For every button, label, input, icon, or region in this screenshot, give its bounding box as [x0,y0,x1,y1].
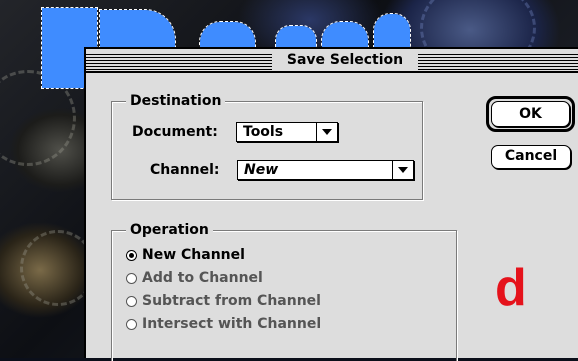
radio-label: Subtract from Channel [142,293,321,309]
radio-intersect-with-channel[interactable]: Intersect with Channel [126,314,321,334]
selected-text-shape [373,13,411,49]
document-popup-value: Tools [243,124,284,140]
radio-label: Add to Channel [142,270,263,286]
radio-button-selected[interactable] [126,249,137,261]
radio-new-channel[interactable]: New Channel [126,245,245,265]
operation-group-label: Operation [126,221,213,239]
selected-text-shape [199,21,256,49]
dialog-title: Save Selection [272,49,418,71]
destination-group-label: Destination [126,92,226,110]
radio-button[interactable] [126,318,137,330]
channel-popup-value: New [244,162,279,178]
annotation-letter: d [495,259,527,317]
channel-label: Channel: [150,162,220,178]
selected-text-shape [99,9,176,49]
ok-button[interactable]: OK [491,101,570,127]
channel-popup[interactable]: New [237,160,414,180]
cancel-button[interactable]: Cancel [491,145,571,169]
destination-group: Destination [111,92,423,200]
selected-text-shape [275,25,317,49]
document-label: Document: [132,124,218,140]
dialog-titlebar[interactable]: Save Selection [86,49,578,73]
radio-button[interactable] [126,295,137,307]
chevron-down-icon [316,123,337,141]
document-popup[interactable]: Tools [236,122,338,142]
radio-subtract-from-channel[interactable]: Subtract from Channel [126,291,321,311]
radio-label: Intersect with Channel [142,316,322,332]
radio-add-to-channel[interactable]: Add to Channel [126,268,263,288]
radio-button[interactable] [126,272,137,284]
radio-label: New Channel [142,247,245,263]
selected-text-shape [321,21,369,49]
chevron-down-icon [392,161,413,179]
